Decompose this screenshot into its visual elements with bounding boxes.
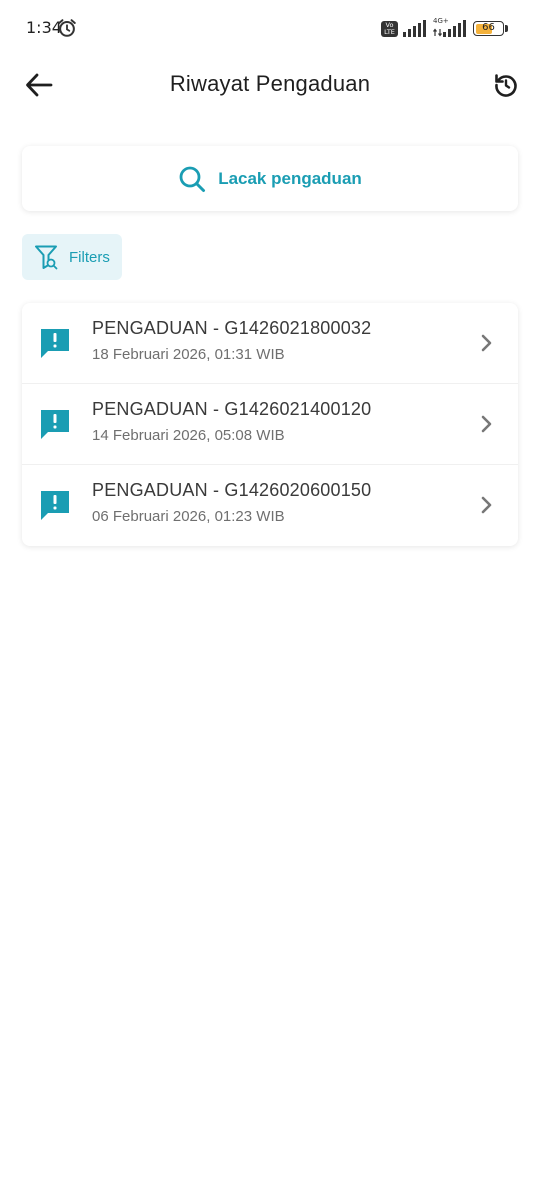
complaint-title: PENGADUAN - G1426020600150 [92,480,372,500]
refresh-icon [495,74,517,97]
battery-percent: 66 [482,22,495,33]
complaint-alert-icon [41,491,69,520]
battery-tip [505,25,508,32]
filter-icon [35,245,58,270]
status-bar: 1:34 Vo LTE 4G+ 66 [0,0,540,56]
complaint-alert-icon [41,410,69,439]
app-header: Riwayat Pengaduan [0,56,540,114]
refresh-button[interactable] [490,70,522,100]
complaint-list-item[interactable]: PENGADUAN - G1426021400120 14 Februari 2… [22,384,518,465]
signal-strength-icon-sim1 [403,20,426,37]
page-title: Riwayat Pengaduan [169,71,371,96]
complaint-list-item[interactable]: PENGADUAN - G1426021800032 18 Februari 2… [22,303,518,384]
chevron-right-icon [481,415,492,433]
complaint-alert-icon [41,329,69,358]
volte-icon: Vo LTE [381,21,398,37]
signal-strength-icon-sim2 [443,20,466,37]
track-complaint-button[interactable]: Lacak pengaduan [22,146,518,211]
chevron-right-icon [481,496,492,514]
battery-icon: 66 [473,21,504,36]
complaint-title: PENGADUAN - G1426021400120 [92,399,372,419]
filters-button[interactable]: Filters [22,234,122,280]
alarm-icon [58,19,76,37]
complaint-list: PENGADUAN - G1426021800032 18 Februari 2… [22,303,518,546]
track-complaint-label: Lacak pengaduan [218,168,362,188]
complaint-title: PENGADUAN - G1426021800032 [92,318,372,338]
complaint-list-item[interactable]: PENGADUAN - G1426020600150 06 Februari 2… [22,465,518,546]
data-arrows-icon [433,28,442,37]
complaint-date: 18 Februari 2026, 01:31 WIB [92,346,285,363]
filters-label: Filters [69,248,110,266]
complaint-date: 14 Februari 2026, 05:08 WIB [92,427,285,444]
search-icon [179,166,206,192]
chevron-right-icon [481,334,492,352]
complaint-date: 06 Februari 2026, 01:23 WIB [92,508,285,525]
